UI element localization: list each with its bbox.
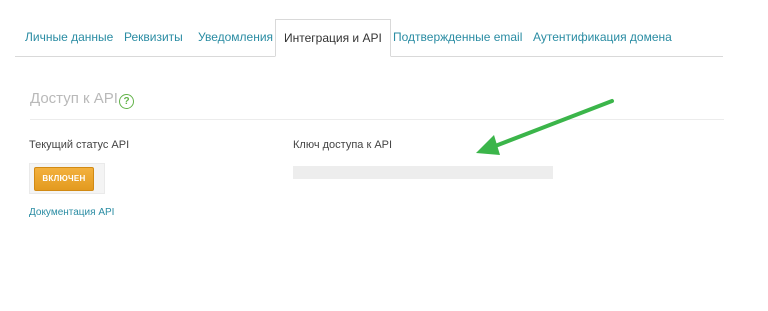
tab-confirmed-email[interactable]: Подтвержденные email (393, 19, 522, 56)
annotation-arrow-icon (476, 99, 614, 155)
api-enabled-button[interactable]: ВКЛЮЧЕН (34, 167, 94, 191)
tab-notifications[interactable]: Уведомления (198, 19, 273, 56)
api-documentation-link[interactable]: Документация API (29, 207, 114, 218)
tab-integration-api[interactable]: Интеграция и API (275, 19, 391, 57)
tab-requisites[interactable]: Реквизиты (124, 19, 183, 56)
help-circle-icon[interactable]: ? (119, 94, 134, 109)
tab-bar: Личные данные Реквизиты Уведомления Инте… (15, 19, 723, 57)
tab-personal-data[interactable]: Личные данные (25, 19, 113, 56)
api-key-field[interactable] (293, 166, 553, 179)
api-status-box: ВКЛЮЧЕН (29, 163, 105, 194)
api-status-label: Текущий статус API (29, 139, 130, 151)
section-title: Доступ к API (30, 90, 118, 107)
tab-domain-auth[interactable]: Аутентификация домена (533, 19, 672, 56)
api-key-label: Ключ доступа к API (293, 139, 393, 151)
